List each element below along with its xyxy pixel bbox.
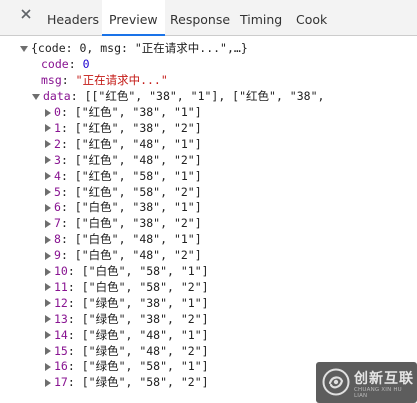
array-item-row[interactable]: 15: ["绿色", "48", "2"] xyxy=(45,343,209,359)
array-item-row[interactable]: 3: ["红色", "48", "2"] xyxy=(45,152,202,168)
array-item-row[interactable]: 14: ["绿色", "48", "1"] xyxy=(45,327,209,343)
array-item-row[interactable]: 4: ["红色", "58", "1"] xyxy=(45,168,202,184)
array-item-row[interactable]: 16: ["绿色", "58", "1"] xyxy=(45,358,209,374)
code-property: code: 0 xyxy=(41,57,90,71)
array-item-row[interactable]: 7: ["白色", "38", "2"] xyxy=(45,215,202,231)
array-item-row[interactable]: 10: ["白色", "58", "1"] xyxy=(45,263,209,279)
array-item-index: 2 xyxy=(54,136,61,151)
array-item-index: 3 xyxy=(54,152,61,167)
array-item-value: ["红色", "48", "2"] xyxy=(74,152,202,167)
collapse-triangle-icon[interactable] xyxy=(45,267,51,276)
array-item-value: ["绿色", "38", "1"] xyxy=(81,295,209,310)
array-item-value: ["白色", "38", "1"] xyxy=(74,200,202,215)
array-item-value: ["白色", "48", "2"] xyxy=(74,248,202,263)
array-item-value: ["白色", "48", "1"] xyxy=(74,232,202,247)
array-item-row[interactable]: 8: ["白色", "48", "1"] xyxy=(45,231,202,247)
expand-triangle-icon[interactable] xyxy=(32,93,40,100)
array-item-index: 9 xyxy=(54,248,61,263)
array-item-value: ["红色", "38", "1"] xyxy=(74,105,202,119)
logo-icon xyxy=(322,368,350,396)
array-item-index: 1 xyxy=(54,120,61,135)
msg-value: "正在请求中..." xyxy=(75,73,168,87)
collapse-triangle-icon[interactable] xyxy=(45,331,51,340)
array-item-index: 12 xyxy=(54,295,68,310)
collapse-triangle-icon[interactable] xyxy=(45,140,51,149)
devtools-tab-bar: Headers Preview Response Timing Cook xyxy=(0,0,417,36)
tab-timing[interactable]: Timing xyxy=(240,0,282,35)
collapse-triangle-icon[interactable] xyxy=(45,378,51,387)
collapse-triangle-icon[interactable] xyxy=(45,347,51,355)
collapse-triangle-icon[interactable] xyxy=(45,299,51,308)
close-icon[interactable] xyxy=(19,7,33,21)
array-item-index: 16 xyxy=(54,359,68,374)
code-value: 0 xyxy=(82,57,90,71)
array-item-index: 0 xyxy=(54,105,61,119)
expand-triangle-icon[interactable] xyxy=(20,45,28,52)
array-item-value: ["绿色", "58", "1"] xyxy=(81,359,209,374)
tab-cookies[interactable]: Cook xyxy=(296,0,327,35)
data-node[interactable]: data: [["红色", "38", "1"], ["红色", "38", xyxy=(32,88,324,104)
collapse-triangle-icon[interactable] xyxy=(45,203,51,212)
tab-preview[interactable]: Preview xyxy=(102,0,165,36)
array-item-index: 6 xyxy=(54,200,61,215)
array-item-value: ["绿色", "58", "2"] xyxy=(81,375,209,390)
collapse-triangle-icon[interactable] xyxy=(45,235,51,244)
array-item-value: ["白色", "58", "1"] xyxy=(81,264,209,278)
array-item-index: 15 xyxy=(54,343,68,358)
array-item-index: 4 xyxy=(54,168,61,183)
array-item-value: ["红色", "38", "2"] xyxy=(74,120,202,135)
array-item-value: ["红色", "58", "2"] xyxy=(74,184,202,199)
array-item-row[interactable]: 2: ["红色", "48", "1"] xyxy=(45,136,202,152)
collapse-triangle-icon[interactable] xyxy=(45,362,51,371)
array-item-index: 8 xyxy=(54,232,61,247)
collapse-triangle-icon[interactable] xyxy=(45,219,51,228)
array-item-row[interactable]: 13: ["绿色", "38", "2"] xyxy=(45,311,209,327)
root-summary: {code: 0, msg: "正在请求中...",…} xyxy=(31,41,248,55)
watermark-name: 创新互联 xyxy=(354,371,414,387)
collapse-triangle-icon[interactable] xyxy=(45,315,51,324)
code-key: code xyxy=(41,57,69,71)
array-item-index: 17 xyxy=(54,375,68,390)
array-item-index: 13 xyxy=(54,311,68,326)
collapse-triangle-icon[interactable] xyxy=(45,283,51,292)
tab-response[interactable]: Response xyxy=(170,0,230,35)
msg-property: msg: "正在请求中..." xyxy=(41,73,168,87)
array-item-value: ["白色", "38", "2"] xyxy=(74,216,202,231)
array-item-value: ["绿色", "48", "2"] xyxy=(81,343,209,358)
msg-key: msg xyxy=(41,73,62,87)
array-item-row[interactable]: 12: ["绿色", "38", "1"] xyxy=(45,295,209,311)
collapse-triangle-icon[interactable] xyxy=(45,124,51,133)
collapse-triangle-icon[interactable] xyxy=(45,251,51,260)
array-item-row[interactable]: 6: ["白色", "38", "1"] xyxy=(45,199,202,215)
array-item-row[interactable]: 9: ["白色", "48", "2"] xyxy=(45,247,202,263)
collapse-triangle-icon[interactable] xyxy=(45,108,51,117)
collapse-triangle-icon[interactable] xyxy=(45,172,51,181)
array-item-value: ["绿色", "48", "1"] xyxy=(81,327,209,342)
watermark-subtitle: CHUANG XIN HU LIAN xyxy=(354,387,402,399)
array-item-value: ["绿色", "38", "2"] xyxy=(81,311,209,326)
array-item-value: ["红色", "58", "1"] xyxy=(74,168,202,183)
root-node[interactable]: {code: 0, msg: "正在请求中...",…} xyxy=(20,40,248,56)
array-item-row[interactable]: 1: ["红色", "38", "2"] xyxy=(45,120,202,136)
array-item-value: ["白色", "58", "2"] xyxy=(81,279,209,294)
array-item-index: 11 xyxy=(54,279,68,294)
array-item-row[interactable]: 0: ["红色", "38", "1"] xyxy=(45,104,202,120)
array-item-index: 7 xyxy=(54,216,61,231)
watermark: 创新互联 CHUANG XIN HU LIAN xyxy=(316,362,417,403)
array-item-row[interactable]: 11: ["白色", "58", "2"] xyxy=(45,279,209,295)
array-item-index: 10 xyxy=(54,264,68,278)
array-item-index: 5 xyxy=(54,184,61,199)
array-item-row[interactable]: 17: ["绿色", "58", "2"] xyxy=(45,374,209,390)
collapse-triangle-icon[interactable] xyxy=(45,156,51,165)
data-key: data xyxy=(43,89,71,103)
array-item-value: ["红色", "48", "1"] xyxy=(74,136,202,151)
array-item-row[interactable]: 5: ["红色", "58", "2"] xyxy=(45,184,202,200)
tab-headers[interactable]: Headers xyxy=(47,0,99,35)
data-preview: [["红色", "38", "1"], ["红色", "38", xyxy=(84,89,325,103)
array-item-index: 14 xyxy=(54,327,68,342)
collapse-triangle-icon[interactable] xyxy=(45,188,51,196)
